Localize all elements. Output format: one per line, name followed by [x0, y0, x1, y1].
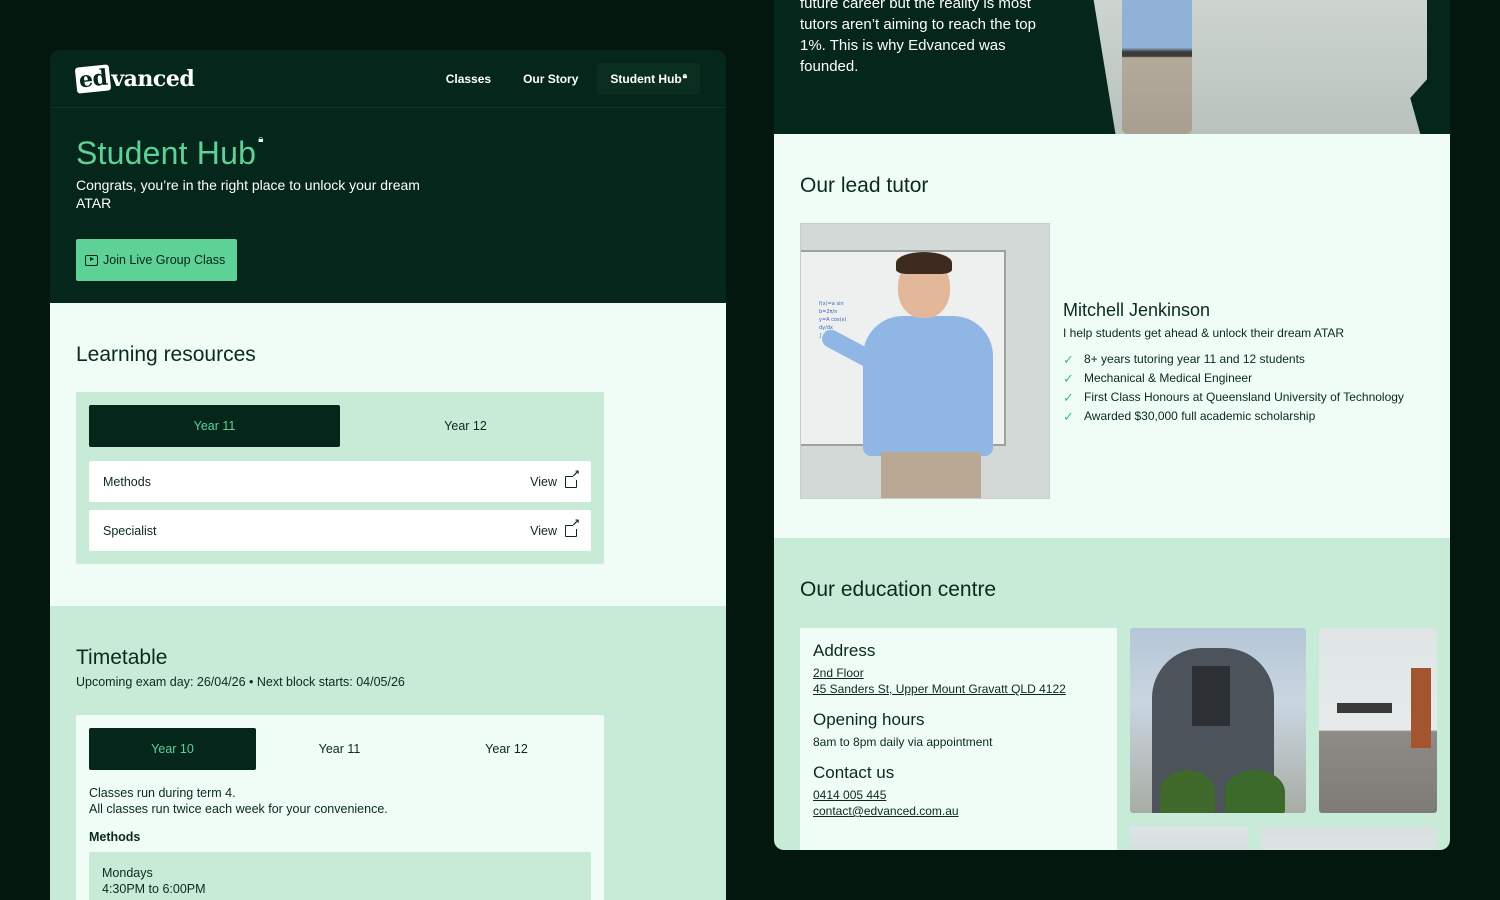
email-link[interactable]: contact@edvanced.com.au [813, 803, 1104, 819]
classroom-photo [1319, 628, 1437, 813]
nav-link-our-story[interactable]: Our Story [510, 64, 591, 94]
opening-hours-heading: Opening hours [813, 710, 925, 729]
tutor-tagline: I help students get ahead & unlock their… [1063, 326, 1345, 340]
building-photo [1130, 628, 1306, 813]
story-section: future career but the reality is most tu… [774, 0, 1450, 134]
video-play-icon [85, 254, 98, 266]
education-centre-title: Our education centre [800, 578, 997, 601]
story-photo [1092, 0, 1427, 134]
resource-subject: Specialist [103, 523, 157, 538]
about-panel: future career but the reality is most tu… [774, 0, 1450, 850]
timetable-tabs: Year 10 Year 11 Year 12 [89, 728, 591, 770]
lock-icon: 🔒︎ [258, 134, 264, 145]
timetable-info: Classes run during term 4. All classes r… [89, 786, 388, 816]
resource-subject: Methods [103, 474, 151, 489]
lead-tutor-title: Our lead tutor [800, 174, 929, 197]
learning-resources-title: Learning resources [76, 343, 256, 366]
top-nav: ed vanced Classes Our Story Student Hub🔒︎ [50, 50, 726, 108]
edvanced-logo[interactable]: ed vanced [74, 63, 195, 94]
address-heading: Address [813, 641, 876, 660]
view-link[interactable]: View [530, 519, 580, 538]
view-link[interactable]: View [530, 470, 580, 489]
list-item: ✓ Mechanical & Medical Engineer [1063, 371, 1253, 386]
tutor-figure [1122, 0, 1192, 134]
timetable-subtitle: Upcoming exam day: 26/04/26 • Next block… [76, 675, 405, 689]
check-icon: ✓ [1063, 409, 1074, 424]
education-centre-section: Our education centre Address 2nd Floor 4… [774, 538, 1450, 850]
phone-link[interactable]: 0414 005 445 [813, 787, 1104, 803]
address-link[interactable]: 2nd Floor 45 Sanders St, Upper Mount Gra… [813, 665, 1104, 697]
tutor-credentials: ✓ 8+ years tutoring year 11 and 12 studen… [1063, 350, 1404, 426]
external-link-icon [565, 519, 580, 537]
contact-card: Address 2nd Floor 45 Sanders St, Upper M… [800, 628, 1117, 850]
nav-link-student-hub[interactable]: Student Hub🔒︎ [597, 63, 700, 94]
nav-links: Classes Our Story Student Hub🔒︎ [433, 63, 700, 94]
interior-photo [1130, 826, 1248, 850]
list-item: Methods View [89, 461, 591, 502]
timetable-title: Timetable [76, 646, 168, 669]
check-icon: ✓ [1063, 390, 1074, 405]
tab-year-11[interactable]: Year 11 [256, 728, 423, 770]
story-text: future career but the reality is most tu… [800, 0, 1036, 75]
list-item: ✓ Awarded $30,000 full academic scholarsh… [1063, 409, 1316, 424]
list-item: ✓ First Class Honours at Queensland Unive… [1063, 390, 1404, 405]
tab-year-12[interactable]: Year 12 [423, 728, 590, 770]
lock-icon: 🔒︎ [682, 71, 687, 80]
lead-tutor-section: Our lead tutor f(x)=a sin b=2π/n y=A cos(x… [774, 134, 1450, 538]
list-item: Specialist View [89, 510, 591, 551]
student-hub-panel: ed vanced Classes Our Story Student Hub🔒︎… [50, 50, 726, 900]
check-icon: ✓ [1063, 352, 1074, 367]
tutor-info: Mitchell Jenkinson I help students get a… [1063, 300, 1404, 426]
hero-subtitle: Congrats, you’re in the right place to u… [76, 177, 420, 211]
timetable-card: Year 10 Year 11 Year 12 Classes run duri… [76, 715, 604, 900]
list-item: ✓ 8+ years tutoring year 11 and 12 studen… [1063, 352, 1305, 367]
tutor-name: Mitchell Jenkinson [1063, 300, 1211, 320]
interior-photo [1261, 826, 1437, 850]
timetable-subject: Methods [89, 830, 141, 844]
opening-hours: 8am to 8pm daily via appointment [813, 735, 993, 749]
page-title: Student Hub 🔒︎ [76, 134, 264, 171]
tab-year-12[interactable]: Year 12 [340, 405, 591, 447]
check-icon: ✓ [1063, 371, 1074, 386]
timetable-section: Timetable Upcoming exam day: 26/04/26 • … [50, 606, 726, 900]
resources-card: Year 11 Year 12 Methods View Specialist … [76, 392, 604, 564]
join-live-class-button[interactable]: Join Live Group Class [76, 239, 238, 281]
tab-year-11[interactable]: Year 11 [89, 405, 340, 447]
learning-resources-section: Learning resources Year 11 Year 12 Metho… [50, 303, 726, 606]
resources-tabs: Year 11 Year 12 [89, 405, 591, 447]
contact-heading: Contact us [813, 763, 895, 782]
tab-year-10[interactable]: Year 10 [89, 728, 256, 770]
timetable-slot: Mondays 4:30PM to 6:00PM [89, 852, 591, 900]
external-link-icon [565, 470, 580, 488]
nav-link-classes[interactable]: Classes [433, 64, 504, 94]
tutor-photo: f(x)=a sinb=2π/ny=A cos(x)dy/dx∫ x² dx [800, 223, 1050, 499]
hero-section: Student Hub 🔒︎ Congrats, you’re in the ri… [50, 108, 726, 303]
